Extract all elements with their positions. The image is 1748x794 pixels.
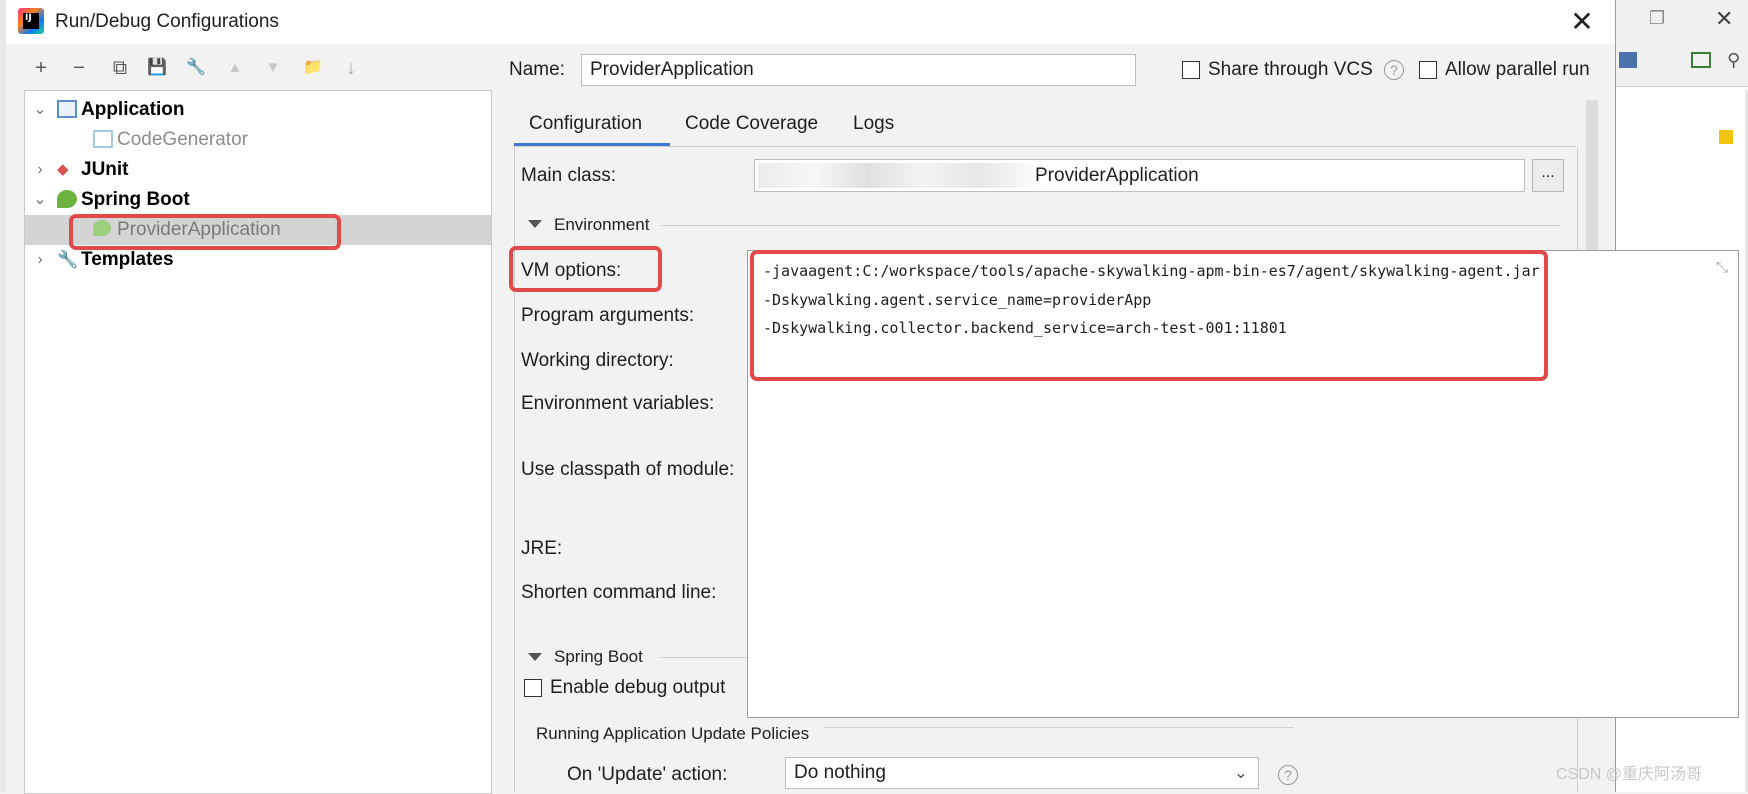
- highlight-box-vm-options: [750, 250, 1548, 381]
- application-icon: [57, 100, 77, 118]
- allow-parallel-checkbox[interactable]: [1419, 61, 1437, 79]
- browse-button[interactable]: ...: [1532, 159, 1564, 192]
- tree-item-application[interactable]: ⌄ Application: [25, 95, 491, 125]
- chevron-down-icon[interactable]: ⌄: [33, 192, 47, 208]
- spring-boot-section-label[interactable]: Spring Boot: [554, 647, 643, 667]
- window-icon: [1691, 52, 1711, 68]
- add-icon[interactable]: +: [28, 55, 54, 81]
- program-arguments-label: Program arguments:: [521, 305, 695, 326]
- share-vcs-checkbox[interactable]: [1182, 61, 1200, 79]
- tab-configuration[interactable]: Configuration: [529, 113, 642, 135]
- sort-icon[interactable]: ↓: [338, 55, 364, 81]
- section-divider: [660, 657, 755, 658]
- on-update-value: Do nothing: [794, 762, 886, 783]
- section-divider: [661, 225, 1561, 226]
- background-titlebar: ❐ ✕: [1615, 0, 1748, 43]
- tree-label: CodeGenerator: [117, 129, 248, 150]
- update-policies-label: Running Application Update Policies: [536, 724, 810, 743]
- background-toolbar: ⚲: [1615, 42, 1748, 87]
- configuration-tree: ⌄ Application CodeGenerator › ◆ JUnit ⌄ …: [24, 90, 492, 794]
- name-input[interactable]: ProviderApplication: [581, 54, 1136, 86]
- on-update-select[interactable]: Do nothing ⌄: [785, 757, 1259, 789]
- environment-variables-label: Environment variables:: [521, 393, 715, 414]
- shorten-command-line-label: Shorten command line:: [521, 582, 717, 603]
- allow-parallel-label: Allow parallel run: [1445, 59, 1590, 80]
- working-directory-label: Working directory:: [521, 350, 674, 371]
- collapse-triangle-icon[interactable]: [528, 220, 542, 228]
- tree-label: JUnit: [81, 159, 129, 180]
- spring-boot-icon: [57, 190, 77, 208]
- tab-code-coverage[interactable]: Code Coverage: [685, 113, 818, 135]
- help-icon[interactable]: ?: [1278, 765, 1298, 785]
- on-update-label: On 'Update' action:: [567, 764, 728, 785]
- dialog-titlebar: IJ Run/Debug Configurations ✕: [6, 0, 1615, 44]
- wrench-icon: 🔧: [57, 250, 79, 269]
- highlight-box-tree: [69, 214, 341, 250]
- search-icon: ⚲: [1727, 50, 1741, 70]
- chevron-right-icon[interactable]: ›: [33, 162, 47, 178]
- classpath-module-label: Use classpath of module:: [521, 459, 735, 480]
- collapse-triangle-icon[interactable]: [528, 653, 542, 661]
- tree-item-code-generator[interactable]: CodeGenerator: [25, 125, 491, 155]
- remove-icon[interactable]: −: [66, 55, 92, 81]
- highlight-box-vm-label: [509, 246, 662, 292]
- watermark: CSDN @重庆阿汤哥: [1556, 766, 1703, 783]
- tree-label: Spring Boot: [81, 189, 190, 210]
- save-icon[interactable]: 💾: [144, 55, 170, 81]
- enable-debug-label: Enable debug output: [550, 677, 726, 698]
- name-label: Name:: [509, 59, 565, 80]
- redacted-package-blur: [758, 163, 1033, 188]
- intellij-logo-icon: IJ: [18, 8, 44, 34]
- chevron-down-icon[interactable]: ⌄: [1234, 758, 1248, 788]
- share-vcs-label: Share through VCS: [1208, 59, 1373, 80]
- application-config-icon: [93, 130, 113, 148]
- tree-label: Application: [81, 99, 185, 120]
- move-down-icon[interactable]: ▼: [260, 55, 286, 81]
- chevron-down-icon[interactable]: ⌄: [33, 102, 47, 118]
- section-divider: [824, 727, 1294, 728]
- folder-icon: [1619, 52, 1637, 68]
- restore-icon: ❐: [1649, 8, 1666, 28]
- tree-item-spring-boot[interactable]: ⌄ Spring Boot: [25, 185, 491, 215]
- enable-debug-checkbox[interactable]: [524, 679, 542, 697]
- collapse-editor-icon[interactable]: ⤡: [1713, 259, 1731, 277]
- window-title: Run/Debug Configurations: [55, 11, 279, 32]
- junit-icon: ◆: [57, 161, 69, 178]
- close-icon: ✕: [1715, 6, 1734, 31]
- move-up-icon[interactable]: ▲: [222, 55, 248, 81]
- tree-item-junit[interactable]: › ◆ JUnit: [25, 155, 491, 185]
- warning-marker: [1719, 130, 1733, 144]
- panel-scrollbar[interactable]: [1586, 100, 1598, 250]
- main-class-label: Main class:: [521, 165, 617, 186]
- jre-label: JRE:: [521, 538, 563, 559]
- environment-section-label[interactable]: Environment: [554, 215, 649, 235]
- new-folder-icon[interactable]: 📁: [300, 55, 326, 81]
- wrench-icon[interactable]: 🔧: [183, 55, 209, 81]
- copy-icon[interactable]: ⧉: [107, 55, 133, 81]
- tab-logs[interactable]: Logs: [853, 113, 894, 135]
- chevron-right-icon[interactable]: ›: [33, 252, 47, 268]
- close-button[interactable]: ✕: [1566, 6, 1598, 38]
- help-icon[interactable]: ?: [1384, 60, 1404, 80]
